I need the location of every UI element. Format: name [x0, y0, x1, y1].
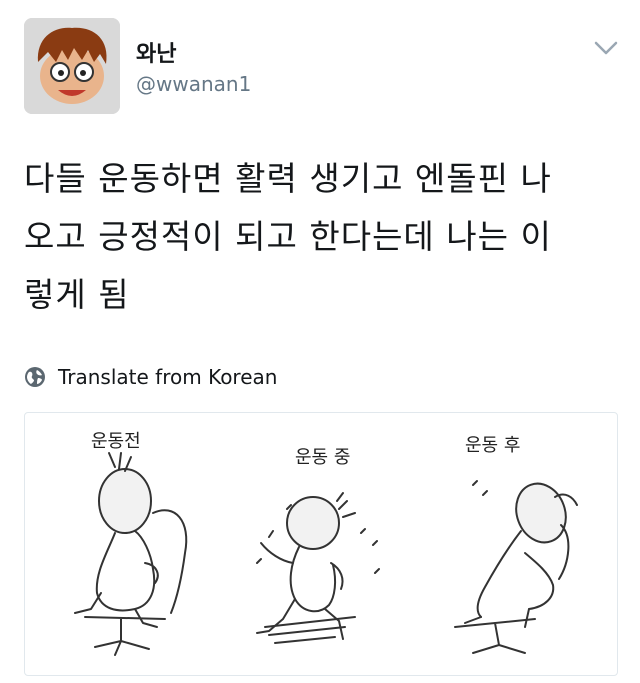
figure-during — [256, 492, 380, 644]
media-image[interactable]: 운동전 운동 중 운동 후 — [24, 412, 618, 676]
tweet-text: 다들 운동하면 활력 생기고 엔돌핀 나 오고 긍정적이 되고 한다는데 나는 … — [24, 150, 624, 324]
display-name[interactable]: 와난 — [136, 36, 176, 68]
avatar[interactable] — [24, 18, 120, 114]
translate-link[interactable]: Translate from Korean — [24, 362, 277, 392]
tweet-line: 다들 운동하면 활력 생기고 엔돌핀 나 — [24, 159, 552, 198]
chevron-down-icon[interactable] — [592, 38, 620, 58]
translate-label[interactable]: Translate from Korean — [58, 365, 277, 389]
user-handle[interactable]: @wwanan1 — [136, 72, 251, 96]
comic-illustration — [74, 452, 578, 656]
figure-before — [74, 452, 188, 656]
globe-icon — [25, 367, 45, 387]
figure-after — [454, 480, 578, 654]
avatar-image — [24, 18, 120, 114]
tweet-line: 오고 긍정적이 되고 한다는데 나는 이 — [24, 217, 552, 256]
tweet-line: 렇게 됨 — [24, 275, 130, 314]
